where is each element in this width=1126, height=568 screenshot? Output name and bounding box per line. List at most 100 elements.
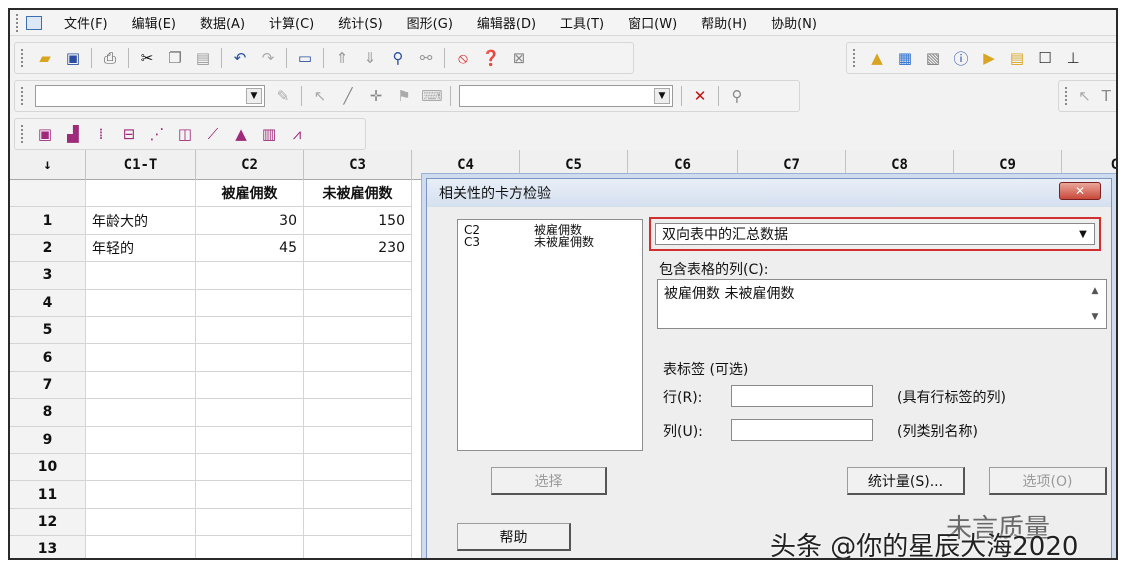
toolbar-grip[interactable] (16, 13, 22, 32)
cut-icon[interactable]: ✂ (137, 48, 157, 68)
scatterplot-icon[interactable]: ⋰ (147, 124, 167, 144)
find-icon[interactable]: ⚲ (388, 48, 408, 68)
table-cell[interactable]: 150 (304, 207, 412, 234)
column-name-cell[interactable] (86, 180, 196, 207)
column-header-c9[interactable]: C9 (954, 150, 1062, 180)
column-header-c4[interactable]: C4 (412, 150, 520, 180)
row-number[interactable]: 9 (10, 426, 86, 453)
cancel-icon[interactable]: ⦸ (453, 48, 473, 68)
related-docs-icon[interactable]: ☐ (1035, 48, 1055, 68)
row-number[interactable]: 5 (10, 317, 86, 344)
table-cell[interactable] (86, 426, 196, 453)
row-number[interactable]: 4 (10, 289, 86, 316)
menu-data[interactable]: 数据(A) (188, 13, 257, 32)
insert-rows-icon[interactable]: ⇓ (360, 48, 380, 68)
column-header-c3[interactable]: C3 (304, 150, 412, 180)
scroll-down-icon[interactable]: ▼ (1088, 310, 1102, 324)
chevron-down-icon[interactable]: ▼ (1074, 226, 1092, 242)
table-cell[interactable] (304, 508, 412, 536)
menu-stat[interactable]: 统计(S) (326, 13, 394, 32)
area-graph-icon[interactable]: ▲ (231, 124, 251, 144)
row-sort-header[interactable]: ↓ (10, 150, 86, 180)
table-cell[interactable] (304, 344, 412, 371)
row-label-input[interactable] (731, 385, 873, 407)
design-icon[interactable]: ⊥ (1063, 48, 1083, 68)
keyboard-icon[interactable]: ⌨ (421, 86, 443, 106)
toolbar-grip[interactable] (21, 49, 27, 67)
column-header-c2[interactable]: C2 (196, 150, 304, 180)
table-cell[interactable]: 30 (196, 207, 304, 234)
flag-icon[interactable]: ⚑ (394, 86, 414, 106)
chevron-down-icon[interactable]: ▼ (654, 88, 670, 104)
scroll-up-icon[interactable]: ▲ (1088, 284, 1102, 298)
table-cell[interactable] (196, 399, 304, 426)
menu-calc[interactable]: 计算(C) (257, 13, 326, 32)
replace-icon[interactable]: ⚯ (416, 48, 436, 68)
row-number[interactable]: 2 (10, 234, 86, 262)
text-tool-icon[interactable]: T (1099, 86, 1113, 106)
insert-cells-icon[interactable]: ⇑ (332, 48, 352, 68)
column-header-c10[interactable]: C (1062, 150, 1116, 180)
table-cell[interactable] (304, 371, 412, 399)
edit-last-dialog-icon[interactable]: ▭ (295, 48, 315, 68)
report-pad-icon[interactable]: ▤ (1007, 48, 1027, 68)
open-folder-icon[interactable]: ▰ (35, 48, 55, 68)
table-cell[interactable] (304, 454, 412, 481)
column-header-c6[interactable]: C6 (628, 150, 738, 180)
columns-field[interactable]: 被雇佣数 未被雇佣数 ▲ ▼ (657, 279, 1107, 329)
table-cell[interactable] (86, 536, 196, 558)
table-cell[interactable] (304, 317, 412, 344)
menu-assistant[interactable]: 协助(N) (759, 13, 829, 32)
row-number[interactable]: 12 (10, 508, 86, 536)
column-header-c1[interactable]: C1-T (86, 150, 196, 180)
table-cell[interactable] (86, 454, 196, 481)
list-item[interactable]: C3 未被雇佣数 (464, 236, 636, 248)
graph-gallery-icon[interactable]: ▣ (35, 124, 55, 144)
session-icon[interactable]: ▲ (867, 48, 887, 68)
table-cell[interactable] (86, 481, 196, 508)
row-number[interactable]: 7 (10, 371, 86, 399)
stat-guide-icon[interactable]: ⊠ (509, 48, 529, 68)
worksheet-icon[interactable]: ▦ (895, 48, 915, 68)
redo-icon[interactable]: ↷ (258, 48, 278, 68)
close-icon[interactable]: ✕ (690, 86, 710, 106)
column-label-input[interactable] (731, 419, 873, 441)
select-button[interactable]: 选择 (491, 467, 607, 495)
crosshair-icon[interactable]: ✛ (366, 86, 386, 106)
line-plot-icon[interactable]: ⟋ (203, 124, 223, 144)
menu-window[interactable]: 窗口(W) (616, 13, 689, 32)
column-name-cell[interactable]: 未被雇佣数 (304, 180, 412, 207)
menu-help[interactable]: 帮助(H) (689, 13, 759, 32)
boxplot-icon[interactable]: ⊟ (119, 124, 139, 144)
print-icon[interactable]: ⎙ (100, 48, 120, 68)
row-number[interactable]: 6 (10, 344, 86, 371)
graph-element-combo[interactable]: ▼ (35, 85, 265, 107)
table-cell[interactable] (86, 344, 196, 371)
table-cell[interactable] (196, 536, 304, 558)
table-cell[interactable] (304, 399, 412, 426)
table-cell[interactable] (304, 536, 412, 558)
line-tool-icon[interactable]: ╱ (338, 86, 358, 106)
column-header-c8[interactable]: C8 (846, 150, 954, 180)
info-icon[interactable]: ⓘ (951, 48, 971, 68)
pointer-icon[interactable]: ↖ (1078, 86, 1092, 106)
toolbar-grip[interactable] (21, 87, 27, 105)
table-cell[interactable] (196, 289, 304, 316)
menu-editor[interactable]: 编辑器(D) (465, 13, 548, 32)
table-cell[interactable] (196, 454, 304, 481)
menu-edit[interactable]: 编辑(E) (120, 13, 188, 32)
table-cell[interactable]: 年龄大的 (86, 207, 196, 234)
menu-file[interactable]: 文件(F) (52, 13, 120, 32)
toolbar-grip[interactable] (1065, 87, 1070, 105)
brush-icon[interactable]: ✎ (273, 86, 293, 106)
row-number[interactable]: 10 (10, 454, 86, 481)
zoom-icon[interactable]: ⚲ (727, 86, 747, 106)
table-cell[interactable] (86, 317, 196, 344)
graph-folder-icon[interactable]: ▧ (923, 48, 943, 68)
toolbar-grip[interactable] (21, 125, 27, 143)
dotplot-icon[interactable]: ⁞ (91, 124, 111, 144)
table-cell[interactable] (304, 481, 412, 508)
save-icon[interactable]: ▣ (63, 48, 83, 68)
table-cell[interactable]: 45 (196, 234, 304, 262)
row-number[interactable]: 8 (10, 399, 86, 426)
